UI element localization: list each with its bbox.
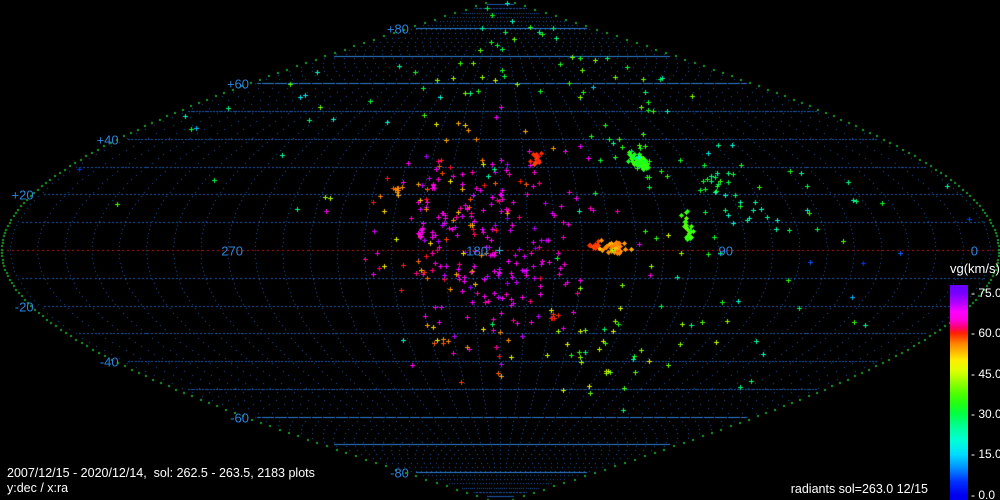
- colorbar-tick: - 0.0: [971, 487, 996, 500]
- dec-label: -20: [14, 299, 34, 315]
- dec-label: -60: [230, 410, 249, 426]
- dec-label: +20: [11, 187, 34, 203]
- dec-label: -80: [390, 465, 409, 481]
- colorbar-gradient: [950, 285, 968, 500]
- colorbar-tick: - 15.0: [971, 447, 1000, 462]
- footer-axes-note: y:dec / x:ra: [7, 481, 69, 495]
- footer-sol-note: radiants sol=263.0 12/15: [790, 482, 928, 496]
- colorbar-tick: - 60.0: [971, 326, 1000, 341]
- dec-label: -40: [99, 354, 119, 370]
- radiant-map-canvas: [0, 0, 1000, 500]
- dec-label: +80: [386, 21, 409, 37]
- footer-date-range: 2007/12/15 - 2020/12/14, sol: 262.5 - 26…: [7, 466, 315, 480]
- dec-label: +60: [226, 76, 249, 92]
- colorbar-tick: - 30.0: [971, 407, 1000, 421]
- ra-label: 270: [221, 243, 243, 259]
- dec-label: +40: [96, 132, 119, 148]
- colorbar-title: vg(km/s): [950, 261, 1000, 276]
- ra-label: 0: [970, 243, 978, 259]
- ra-label: 180: [466, 243, 488, 259]
- radiant-map-screen: +80 +60 +40 +20 -20 -40 -60 -80 270 180 90 0 vg(km/…: [0, 0, 1000, 500]
- ra-label: 90: [718, 243, 733, 259]
- colorbar-tick: - 75.0: [971, 286, 1000, 301]
- colorbar-tick: - 45.0: [971, 366, 1000, 381]
